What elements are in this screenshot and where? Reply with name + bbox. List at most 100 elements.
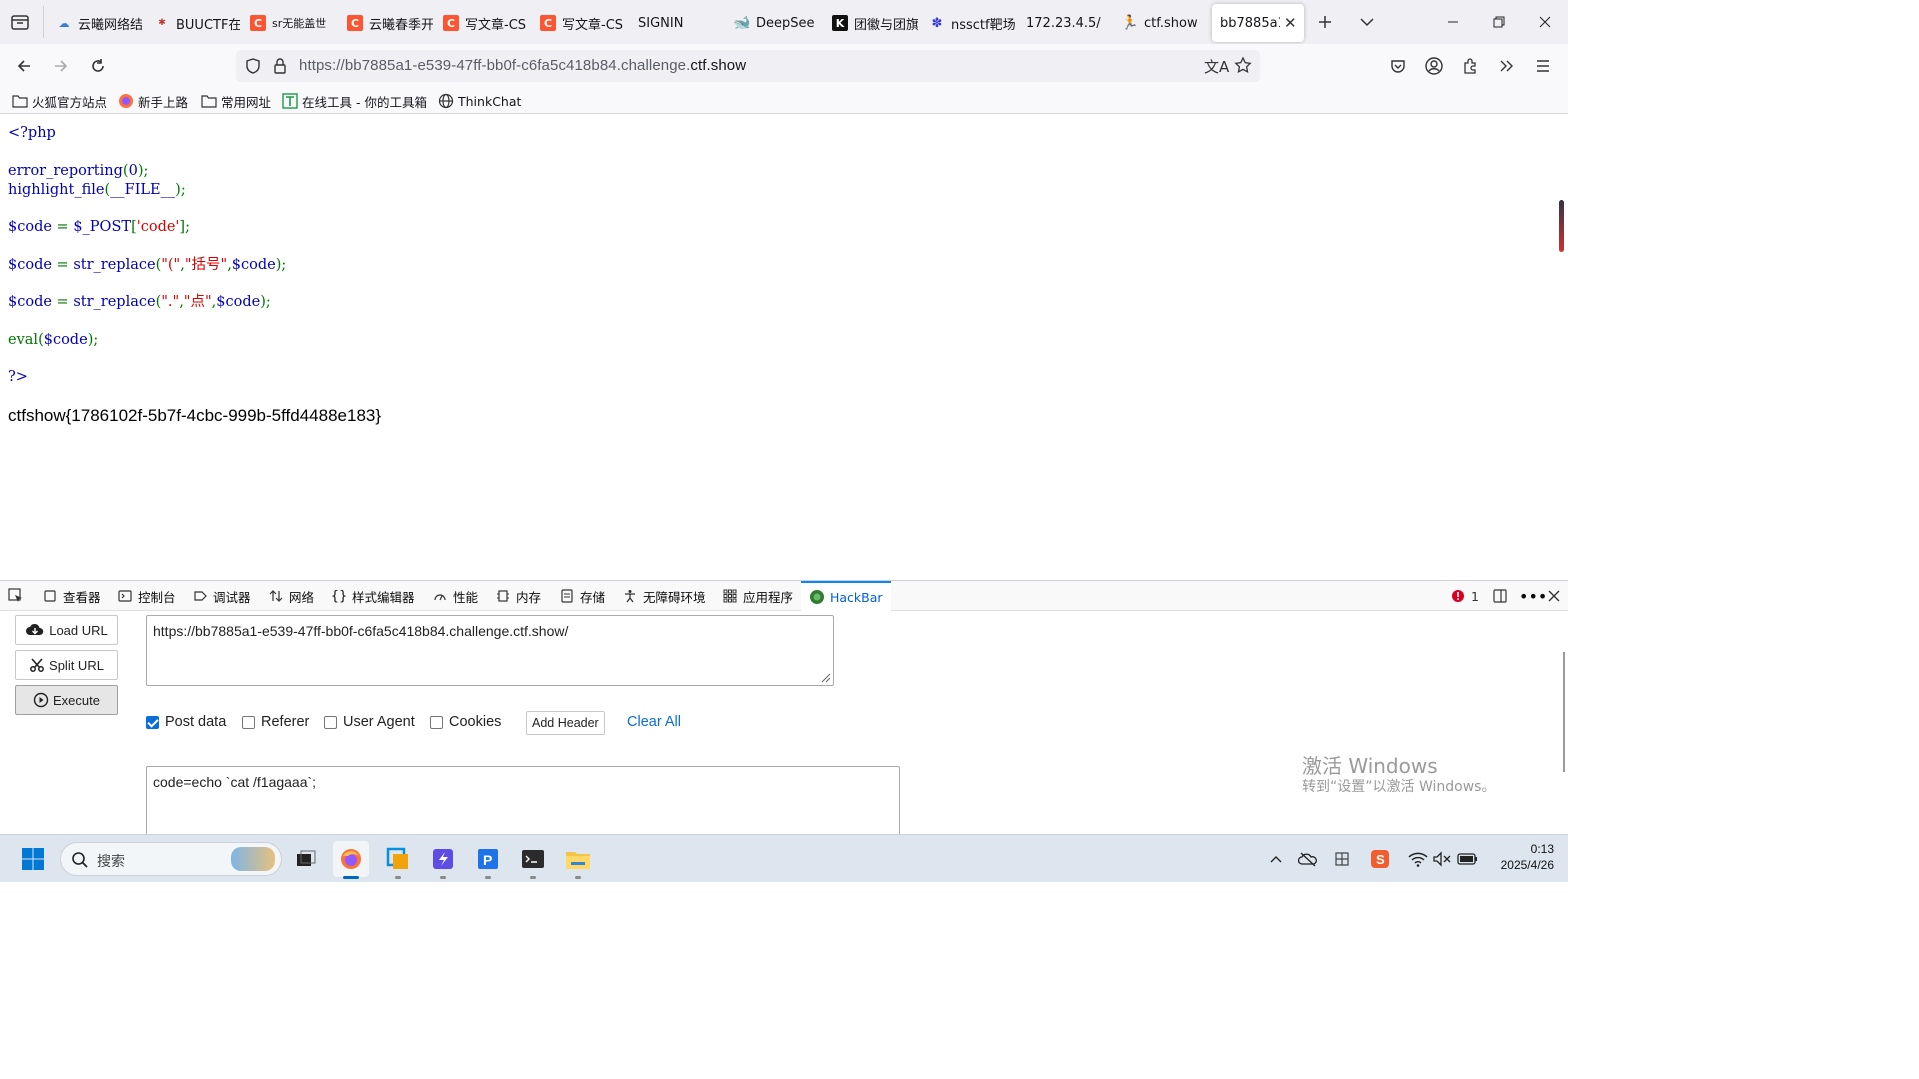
lock-icon[interactable]: [272, 57, 288, 75]
new-tab-icon[interactable]: [1316, 13, 1334, 31]
cookies-option[interactable]: Cookies: [430, 714, 501, 730]
tab[interactable]: 🐋 DeepSee: [734, 4, 820, 42]
taskbar-search[interactable]: 搜索: [60, 842, 282, 876]
back-icon[interactable]: [10, 52, 38, 80]
page-scroll-indicator[interactable]: [1559, 200, 1564, 252]
tab-memory[interactable]: 内存: [495, 581, 541, 611]
navigation-bar: https://bb7885a1-e539-47ff-bb0f-c6fa5c41…: [0, 44, 1568, 88]
pocket-icon[interactable]: [1384, 52, 1412, 80]
csdn-icon: C: [443, 15, 459, 31]
tab[interactable]: C 写文章-CS: [540, 4, 626, 42]
wifi-icon[interactable]: [1408, 849, 1428, 869]
code-token: "点": [183, 294, 212, 310]
option-label: Post data: [165, 714, 227, 730]
error-count-badge[interactable]: 1: [1450, 581, 1479, 611]
menu-icon[interactable]: [1529, 52, 1557, 80]
more-options-icon[interactable]: •••: [1519, 581, 1547, 611]
cookies-checkbox[interactable]: [430, 715, 443, 729]
bookmark-star-icon[interactable]: [1234, 56, 1252, 74]
battery-icon[interactable]: [1457, 849, 1477, 869]
tab[interactable]: C sr无能盖世: [250, 4, 336, 42]
tab-inspector[interactable]: 查看器: [42, 581, 101, 611]
tab[interactable]: ✽ nssctf靶场: [929, 4, 1015, 42]
tab-list-chevron-icon[interactable]: [1358, 14, 1376, 30]
clock[interactable]: 0:13 2025/4/26: [1490, 841, 1554, 873]
referer-checkbox[interactable]: [242, 715, 255, 729]
tab-title: ctf.show: [1144, 15, 1198, 31]
url-text[interactable]: https://bb7885a1-e539-47ff-bb0f-c6fa5c41…: [299, 57, 746, 74]
post-data-textarea[interactable]: code=echo `cat /f1agaaa`;: [146, 766, 900, 834]
tab-performance[interactable]: 性能: [432, 581, 478, 611]
bookmark-item[interactable]: 在线工具 - 你的工具箱: [282, 91, 427, 111]
sogou-input-icon[interactable]: S: [1370, 849, 1390, 869]
show-hidden-icons-chevron-icon[interactable]: [1266, 849, 1286, 869]
close-devtools-icon[interactable]: [1548, 581, 1560, 611]
load-url-button[interactable]: Load URL: [15, 615, 118, 645]
user-agent-checkbox[interactable]: [324, 715, 337, 729]
firefox-taskbar-icon[interactable]: [333, 841, 369, 879]
tab-storage[interactable]: 存储: [559, 581, 605, 611]
tab-active[interactable]: bb7885a1 ✕: [1212, 4, 1304, 42]
error-count: 1: [1471, 588, 1479, 604]
tab[interactable]: K 团徽与团旗: [832, 4, 918, 42]
address-bar[interactable]: https://bb7885a1-e539-47ff-bb0f-c6fa5c41…: [236, 50, 1260, 82]
error-icon: [1450, 588, 1466, 604]
forward-icon[interactable]: [47, 52, 75, 80]
tab[interactable]: C 写文章-CS: [443, 4, 529, 42]
referer-option[interactable]: Referer: [242, 714, 309, 730]
post-data-option[interactable]: Post data: [146, 714, 226, 730]
tray-app-icon[interactable]: [1332, 849, 1352, 869]
account-icon[interactable]: [1420, 52, 1448, 80]
tab[interactable]: C 云曦春季开: [347, 4, 433, 42]
tab-application[interactable]: 应用程序: [722, 581, 793, 611]
close-tab-icon[interactable]: ✕: [1284, 14, 1298, 32]
start-windows-icon[interactable]: [15, 841, 51, 877]
overflow-chevron-icon[interactable]: [1492, 52, 1520, 80]
tab-overview-icon[interactable]: [10, 13, 30, 31]
tab-label: 调试器: [213, 589, 251, 605]
tab-accessibility[interactable]: 无障碍环境: [622, 581, 706, 611]
split-url-button[interactable]: Split URL: [15, 650, 118, 680]
tab-label: HackBar: [830, 589, 883, 605]
bookmark-item[interactable]: 常用网址: [201, 91, 271, 111]
add-header-button[interactable]: Add Header: [526, 711, 605, 735]
devtools-scrollbar[interactable]: [1563, 652, 1565, 772]
tab[interactable]: SIGNIN: [638, 4, 718, 42]
execute-button[interactable]: Execute: [15, 685, 118, 715]
pycharm-icon[interactable]: P: [470, 841, 506, 879]
element-picker-icon[interactable]: [8, 581, 24, 611]
extensions-icon[interactable]: [1456, 52, 1484, 80]
app-square-icon[interactable]: [380, 841, 416, 879]
resize-handle-icon[interactable]: [821, 673, 831, 683]
reload-icon[interactable]: [84, 52, 112, 80]
tab[interactable]: 🏃 ctf.show: [1122, 4, 1208, 42]
tab[interactable]: ☁ 云曦网络结: [56, 4, 143, 42]
tab-debugger[interactable]: 调试器: [192, 581, 251, 611]
tab-network[interactable]: 网络: [268, 581, 314, 611]
terminal-icon[interactable]: [515, 841, 551, 879]
close-window-icon[interactable]: [1522, 0, 1568, 44]
dock-side-icon[interactable]: [1492, 581, 1508, 611]
minimize-icon[interactable]: [1430, 0, 1476, 44]
tab-style-editor[interactable]: {} 样式编辑器: [331, 581, 415, 611]
tab[interactable]: ✱ BUUCTF在: [154, 4, 240, 42]
url-textarea[interactable]: https://bb7885a1-e539-47ff-bb0f-c6fa5c41…: [146, 615, 834, 686]
bookmark-item[interactable]: 新手上路: [118, 91, 188, 111]
bookmark-item[interactable]: ThinkChat: [438, 91, 521, 111]
shield-icon[interactable]: [244, 57, 262, 75]
buuctf-icon: ✱: [158, 18, 166, 28]
file-explorer-icon[interactable]: [560, 841, 596, 879]
volume-muted-icon[interactable]: [1432, 849, 1452, 869]
clear-all-link[interactable]: Clear All: [627, 714, 681, 730]
restore-icon[interactable]: [1476, 0, 1522, 44]
tab-hackbar[interactable]: HackBar: [801, 581, 891, 611]
onedrive-off-icon[interactable]: [1298, 849, 1318, 869]
tab-console[interactable]: 控制台: [117, 581, 176, 611]
user-agent-option[interactable]: User Agent: [324, 714, 415, 730]
visual-studio-icon[interactable]: [425, 841, 461, 879]
translate-icon[interactable]: 文A: [1204, 56, 1229, 77]
post-data-checkbox[interactable]: [146, 715, 159, 729]
task-view-icon[interactable]: [288, 841, 324, 877]
bookmark-item[interactable]: 火狐官方站点: [12, 91, 107, 111]
tab[interactable]: 172.23.4.5/: [1026, 4, 1112, 42]
